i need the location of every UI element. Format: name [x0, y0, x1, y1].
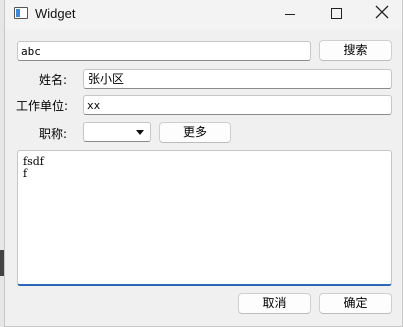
- name-field[interactable]: 张小区: [83, 69, 392, 89]
- ok-button[interactable]: 确定: [319, 293, 392, 314]
- notes-line: f: [23, 167, 28, 180]
- minimize-button[interactable]: [267, 0, 313, 28]
- notes-line: fsdf: [23, 155, 44, 168]
- widget-window: Widget abc 搜索 姓名: 张小区 工作单位: xx 职称: 更多 fs…: [4, 0, 403, 327]
- maximize-icon: [331, 8, 342, 19]
- more-button[interactable]: 更多: [159, 122, 231, 143]
- name-label: 姓名:: [39, 73, 68, 87]
- close-icon: [375, 5, 389, 19]
- org-field[interactable]: xx: [83, 95, 392, 115]
- search-button[interactable]: 搜索: [319, 40, 392, 61]
- org-label: 工作单位:: [16, 99, 69, 113]
- close-button[interactable]: [359, 0, 403, 28]
- window-title: Widget: [35, 6, 76, 21]
- cancel-button[interactable]: 取消: [238, 293, 311, 314]
- notes-textarea[interactable]: fsdf f: [17, 150, 392, 286]
- search-input[interactable]: abc: [17, 41, 311, 61]
- title-bar[interactable]: Widget: [5, 0, 402, 30]
- chevron-down-icon: [136, 130, 144, 135]
- title-label: 职称:: [39, 127, 68, 141]
- maximize-button[interactable]: [313, 0, 359, 28]
- minimize-icon: [285, 14, 295, 15]
- app-icon: [14, 7, 28, 19]
- title-combobox[interactable]: [83, 122, 151, 142]
